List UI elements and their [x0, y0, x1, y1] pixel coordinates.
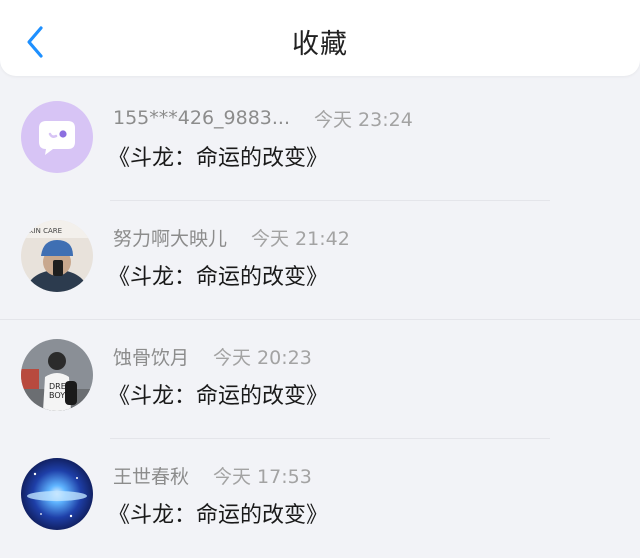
timestamp: 今天 17:53 [213, 465, 312, 488]
avatar[interactable]: DRES BOYE [21, 339, 93, 411]
list-item[interactable]: DRES BOYE 蚀骨饮月 今天 20:23 《斗龙：命运的改变》 [0, 320, 640, 439]
user-name[interactable]: 155***426_9883... [113, 107, 290, 129]
favorite-title[interactable]: 《斗龙：命运的改变》 [108, 497, 328, 529]
timestamp: 今天 23:24 [314, 108, 413, 131]
user-name[interactable]: 努力啊大映儿 [113, 224, 227, 251]
svg-text:KIN CARE: KIN CARE [29, 227, 62, 235]
person-photo-icon: DRES BOYE [21, 339, 93, 411]
favorite-title[interactable]: 《斗龙：命运的改变》 [108, 378, 328, 410]
item-meta: 155***426_9883... 今天 23:24 [113, 106, 413, 131]
avatar[interactable] [21, 101, 93, 173]
list-item[interactable]: 155***426_9883... 今天 23:24 《斗龙：命运的改变》 [0, 82, 640, 201]
timestamp: 今天 21:42 [251, 227, 350, 250]
item-meta: 努力啊大映儿 今天 21:42 [113, 224, 350, 251]
user-name[interactable]: 王世春秋 [113, 462, 189, 489]
galaxy-photo-icon [21, 458, 93, 530]
list-item[interactable]: 王世春秋 今天 17:53 《斗龙：命运的改变》 [0, 439, 640, 558]
avatar[interactable] [21, 458, 93, 530]
favorite-title[interactable]: 《斗龙：命运的改变》 [108, 259, 328, 291]
person-photo-icon: KIN CARE [21, 220, 93, 292]
chat-bubble-avatar-icon [21, 101, 93, 173]
list-item[interactable]: KIN CARE 努力啊大映儿 今天 21:42 《斗龙：命运的改变》 [0, 201, 640, 320]
favorites-list: 155***426_9883... 今天 23:24 《斗龙：命运的改变》 KI… [0, 82, 640, 558]
top-bar: 收藏 [0, 0, 640, 76]
timestamp: 今天 20:23 [213, 346, 312, 369]
avatar[interactable]: KIN CARE [21, 220, 93, 292]
page-title: 收藏 [292, 29, 348, 60]
favorite-title[interactable]: 《斗龙：命运的改变》 [108, 140, 328, 172]
item-meta: 蚀骨饮月 今天 20:23 [113, 343, 312, 370]
user-name[interactable]: 蚀骨饮月 [113, 343, 189, 370]
item-meta: 王世春秋 今天 17:53 [113, 462, 312, 489]
